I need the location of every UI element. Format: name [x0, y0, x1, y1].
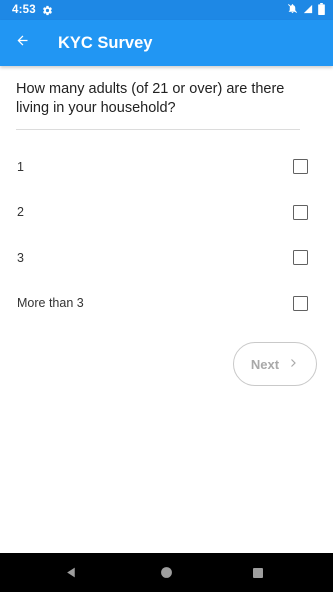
screen: 4:53 KYC Survey How many adults (of 21 o…: [0, 0, 333, 592]
question-text: How many adults (of 21 or over) are ther…: [16, 81, 285, 116]
checkbox[interactable]: [293, 250, 308, 266]
option-label: 3: [17, 250, 24, 265]
next-label: Next: [250, 356, 280, 372]
notifications-off-icon: [287, 3, 298, 17]
option-1[interactable]: 1: [0, 144, 333, 190]
divider: [16, 129, 300, 130]
nav-bar: [0, 553, 333, 592]
option-more-than-3[interactable]: More than 3: [0, 281, 333, 327]
option-3[interactable]: 3: [0, 235, 333, 281]
options-list: 1 2 3 More than 3: [0, 144, 333, 326]
back-triangle-icon[interactable]: [65, 566, 78, 579]
signal-icon: [303, 4, 313, 17]
back-button[interactable]: [0, 20, 44, 66]
next-button[interactable]: Next: [233, 342, 317, 386]
option-label: 2: [17, 205, 24, 220]
status-time: 4:53: [12, 4, 36, 16]
battery-icon: [318, 2, 325, 18]
app-bar: KYC Survey: [0, 20, 333, 66]
option-label: More than 3: [17, 296, 84, 311]
status-icons: [287, 2, 325, 18]
option-2[interactable]: 2: [0, 190, 333, 236]
checkbox[interactable]: [293, 159, 308, 175]
checkbox[interactable]: [293, 204, 308, 220]
option-label: 1: [17, 159, 24, 174]
home-circle-icon[interactable]: [160, 566, 173, 579]
recents-square-icon[interactable]: [252, 567, 264, 579]
chevron-right-icon: [287, 357, 299, 372]
settings-gear-icon: [42, 5, 53, 16]
checkbox[interactable]: [293, 295, 308, 311]
status-bar: 4:53: [0, 0, 333, 20]
app-title: KYC Survey: [58, 33, 153, 52]
arrow-back-icon: [15, 33, 30, 53]
